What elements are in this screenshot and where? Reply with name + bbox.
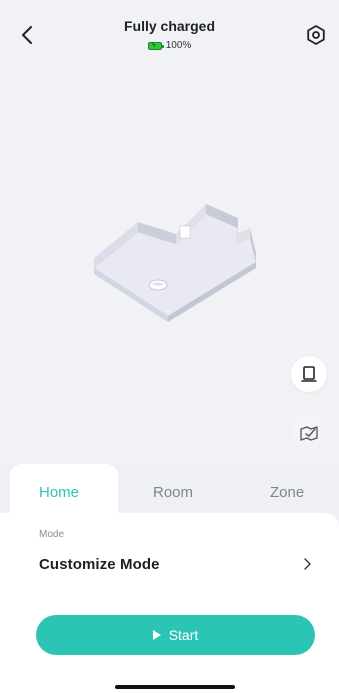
start-label: Start (168, 627, 199, 643)
chevron-right-icon (301, 558, 313, 570)
mode-tabs: Home Room Zone (0, 464, 339, 520)
battery-status: ϟ 100% (0, 40, 339, 51)
top-bar: Fully charged ϟ 100% (0, 0, 339, 70)
settings-button[interactable] (303, 22, 329, 48)
control-sheet: Mode Customize Mode Start (0, 513, 339, 693)
battery-icon: ϟ (147, 41, 164, 50)
mode-label: Mode (39, 529, 65, 540)
dock-button[interactable] (291, 356, 327, 392)
tab-home[interactable]: Home (39, 484, 79, 501)
gear-icon (307, 25, 325, 45)
home-indicator (115, 685, 235, 689)
mode-selector[interactable]: Customize Mode (39, 553, 313, 575)
tab-room[interactable]: Room (153, 484, 193, 501)
map-edit-icon (300, 426, 318, 441)
robot-marker (148, 279, 168, 291)
battery-percentage: 100% (165, 40, 192, 51)
status-title: Fully charged (123, 18, 216, 34)
dock-marker (179, 225, 191, 239)
mode-value: Customize Mode (39, 555, 160, 573)
dock-icon (301, 366, 317, 382)
start-button[interactable]: Start (36, 615, 315, 655)
map-edit-button[interactable] (291, 414, 327, 450)
floor-map[interactable] (80, 200, 270, 330)
play-icon (152, 630, 161, 640)
tab-zone[interactable]: Zone (270, 484, 304, 501)
